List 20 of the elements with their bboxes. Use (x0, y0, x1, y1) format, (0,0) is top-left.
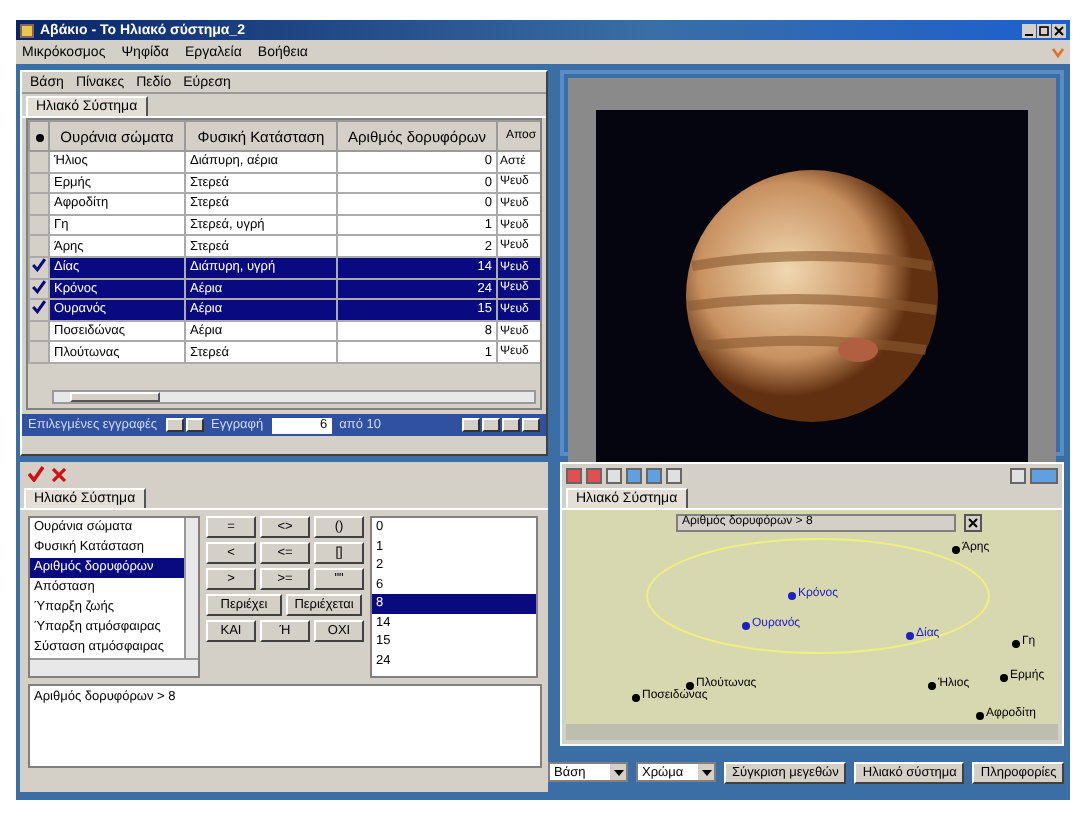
checkmark-icon[interactable] (28, 466, 44, 482)
close-button[interactable] (964, 514, 982, 532)
caret-icon[interactable] (701, 769, 711, 775)
vertical-scrollbar[interactable] (184, 518, 198, 658)
caret-icon[interactable] (613, 769, 623, 775)
row-indicator[interactable] (29, 256, 49, 279)
first-record-button[interactable] (462, 418, 480, 432)
last-record-button[interactable] (522, 418, 540, 432)
row-indicator[interactable] (29, 299, 49, 321)
close-icon[interactable] (52, 467, 66, 481)
toolbar-icon[interactable] (1010, 467, 1026, 483)
horizontal-scrollbar[interactable] (30, 658, 198, 676)
app-icon (20, 23, 34, 37)
window-controls-icon[interactable] (1022, 23, 1066, 37)
toolbar-icon[interactable] (1030, 467, 1058, 483)
next-record-button[interactable] (502, 418, 520, 432)
record-selector-icon[interactable] (35, 133, 43, 141)
horizontal-scrollbar[interactable] (52, 390, 536, 404)
row-indicator[interactable] (29, 278, 49, 300)
previous-record-button[interactable] (482, 418, 500, 432)
